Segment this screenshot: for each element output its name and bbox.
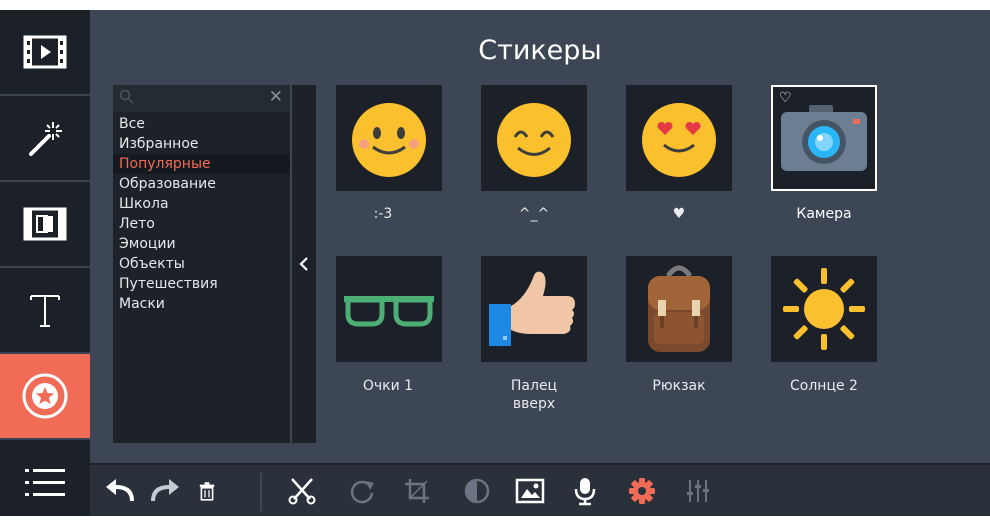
sticker-sun[interactable] — [771, 256, 877, 362]
image-icon[interactable] — [505, 467, 555, 515]
sticker-smiley-heart-eyes[interactable] — [626, 85, 732, 191]
search-input[interactable]: ✕ — [113, 85, 290, 112]
microphone-icon[interactable] — [560, 467, 610, 515]
sticker-smiley-blush[interactable] — [336, 85, 442, 191]
smiley-blush-icon — [352, 103, 426, 177]
thumbs-up-icon — [489, 271, 575, 346]
sticker-label: ♥ — [672, 206, 686, 222]
transitions-icon[interactable] — [0, 182, 90, 268]
category-panel: ✕ Все Избранное Популярные Образование Ш… — [113, 85, 290, 443]
backpack-icon — [648, 265, 710, 352]
sticker-smiley-happy[interactable] — [481, 85, 587, 191]
clear-search-icon[interactable]: ✕ — [269, 87, 283, 107]
redo-icon[interactable] — [140, 467, 190, 515]
sticker-backpack[interactable] — [626, 256, 732, 362]
favorite-heart-icon[interactable]: ♡ — [779, 91, 792, 105]
cut-icon[interactable] — [277, 467, 327, 515]
bottom-toolbar — [90, 463, 990, 516]
sticker-label: Палец вверх — [464, 377, 604, 413]
color-adjust-icon[interactable] — [452, 467, 502, 515]
equalizer-icon[interactable] — [673, 467, 723, 515]
sticker-label: Рюкзак — [652, 378, 706, 394]
crop-icon[interactable] — [392, 467, 442, 515]
rotate-icon[interactable] — [337, 467, 387, 515]
smiley-heart-eyes-icon — [642, 103, 716, 177]
undo-icon[interactable] — [95, 467, 145, 515]
magic-wand-icon[interactable] — [0, 96, 90, 182]
category-item[interactable]: Избранное — [113, 134, 290, 154]
sticker-label-line: вверх — [512, 396, 556, 412]
search-icon — [119, 89, 134, 104]
text-icon[interactable] — [0, 268, 90, 354]
category-item[interactable]: Объекты — [113, 254, 290, 274]
sticker-icon[interactable] — [0, 354, 90, 440]
category-item[interactable]: Эмоции — [113, 234, 290, 254]
sticker-glasses[interactable] — [336, 256, 442, 362]
film-icon[interactable] — [0, 10, 90, 96]
category-item[interactable]: Все — [113, 114, 290, 134]
category-item[interactable]: Образование — [113, 174, 290, 194]
more-menu-icon[interactable] — [0, 440, 90, 526]
left-sidebar — [0, 10, 90, 516]
category-item-selected[interactable]: Популярные — [113, 154, 290, 174]
sticker-label: ^_^ — [518, 206, 550, 222]
sticker-label: :-3 — [373, 206, 393, 222]
panel-title: Стикеры — [478, 35, 602, 66]
sticker-label: Солнце 2 — [790, 378, 858, 394]
sun-icon — [783, 268, 865, 350]
category-item[interactable]: Путешествия — [113, 274, 290, 294]
toolbar-separator — [260, 473, 262, 511]
category-item[interactable]: Лето — [113, 214, 290, 234]
smiley-happy-icon — [497, 103, 571, 177]
sticker-label-line: Палец — [510, 378, 558, 394]
chevron-left-icon — [299, 257, 308, 271]
category-list: Все Избранное Популярные Образование Шко… — [113, 114, 290, 314]
glasses-icon — [344, 296, 434, 327]
category-item[interactable]: Маски — [113, 294, 290, 314]
settings-gear-icon[interactable] — [617, 467, 667, 515]
delete-icon[interactable] — [199, 467, 215, 515]
sticker-label: Камера — [796, 206, 852, 222]
category-item[interactable]: Школа — [113, 194, 290, 214]
app-window: Стикеры ✕ Все Избранное Популярные Образ… — [0, 10, 990, 516]
sticker-camera[interactable]: ♡ — [771, 85, 877, 191]
sticker-label: Очки 1 — [362, 378, 414, 394]
sticker-thumbs-up[interactable] — [481, 256, 587, 362]
collapse-panel-button[interactable] — [292, 85, 316, 443]
